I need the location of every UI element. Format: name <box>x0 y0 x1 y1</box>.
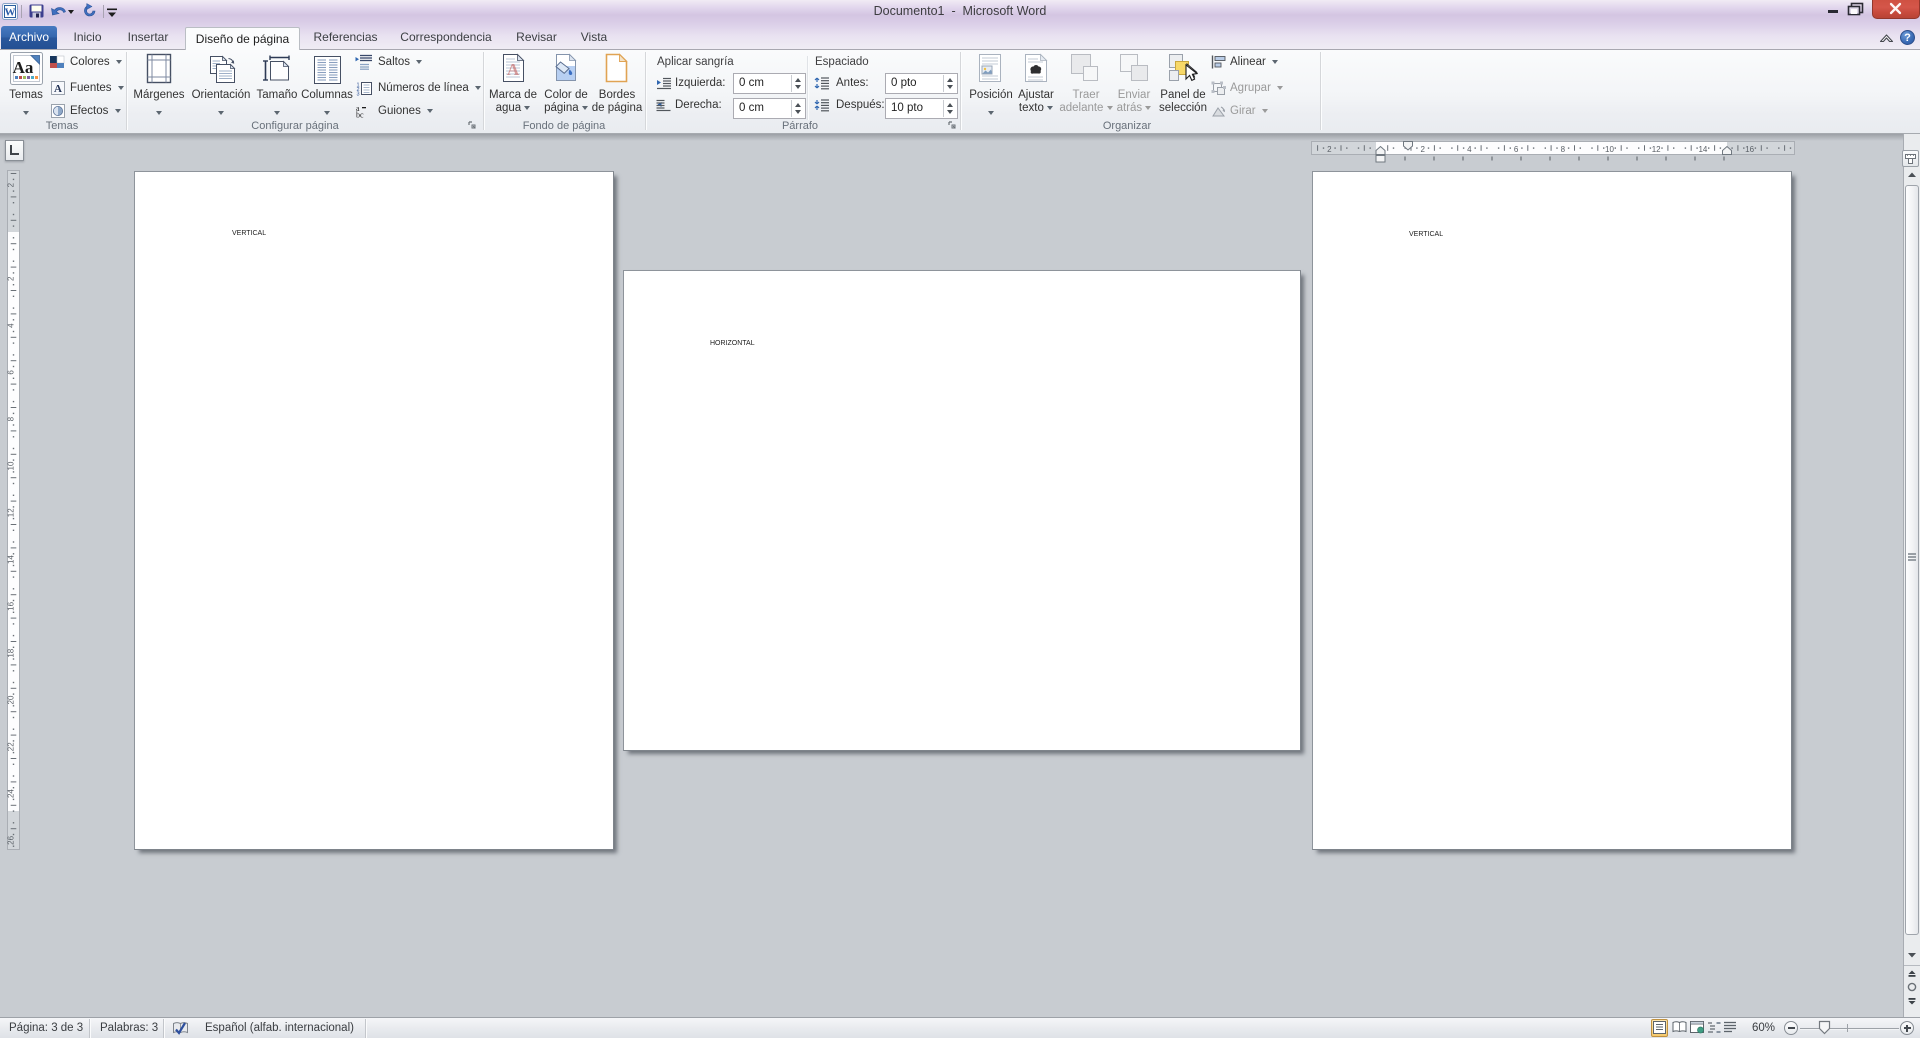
svg-text:10: 10 <box>7 461 16 470</box>
svg-text:3: 3 <box>357 92 360 97</box>
svg-text:6: 6 <box>1514 145 1519 154</box>
svg-text:A: A <box>507 60 520 79</box>
svg-text:14: 14 <box>7 555 16 564</box>
svg-text:20: 20 <box>7 695 16 704</box>
svg-text:2: 2 <box>1420 145 1425 154</box>
svg-text:26: 26 <box>7 835 16 844</box>
svg-text:8: 8 <box>1561 145 1566 154</box>
svg-text:bc: bc <box>356 111 364 119</box>
svg-text:12: 12 <box>7 508 16 517</box>
svg-text:Aa: Aa <box>13 58 34 77</box>
svg-text:2: 2 <box>1327 145 1332 154</box>
svg-text:14: 14 <box>1698 145 1707 154</box>
svg-text:4: 4 <box>1467 145 1472 154</box>
svg-text:12: 12 <box>1652 145 1661 154</box>
svg-text:6: 6 <box>7 370 16 375</box>
svg-text:A: A <box>54 83 62 95</box>
svg-text:16: 16 <box>7 601 16 610</box>
svg-text:4: 4 <box>7 323 16 328</box>
svg-text:16: 16 <box>1745 145 1754 154</box>
svg-text:18: 18 <box>7 648 16 657</box>
svg-text:10: 10 <box>1605 145 1614 154</box>
svg-text:2: 2 <box>7 182 16 187</box>
svg-text:W: W <box>5 7 16 19</box>
svg-text:2: 2 <box>7 276 16 281</box>
svg-text:24: 24 <box>7 789 16 798</box>
svg-text:8: 8 <box>7 416 16 421</box>
svg-text:22: 22 <box>7 742 16 751</box>
